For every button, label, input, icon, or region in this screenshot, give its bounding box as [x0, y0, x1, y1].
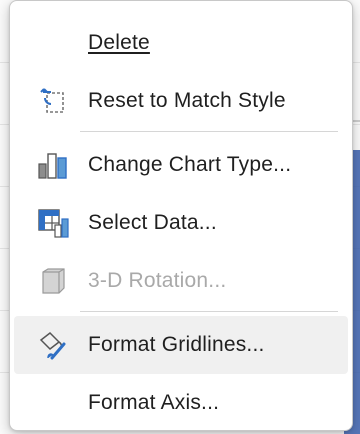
menu-item-change-chart-type[interactable]: Change Chart Type... — [14, 136, 348, 194]
menu-item-label: 3-D Rotation... — [88, 269, 227, 292]
menu-item-label: Reset to Match Style — [88, 89, 286, 112]
menu-separator — [80, 311, 338, 312]
format-brush-icon — [36, 328, 70, 362]
menu-item-label: Format Axis... — [88, 391, 220, 414]
menu-item-select-data[interactable]: Select Data... — [14, 194, 348, 252]
menu-item-format-axis[interactable]: Format Axis... — [14, 374, 348, 430]
menu-separator — [80, 131, 338, 132]
menu-item-format-gridlines[interactable]: Format Gridlines... — [14, 316, 348, 374]
menu-item-label: Change Chart Type... — [88, 153, 292, 176]
context-menu: Delete Reset to Match Style Change Chart… — [9, 0, 353, 431]
reset-style-icon — [36, 84, 70, 118]
menu-item-label: Format Gridlines... — [88, 333, 265, 356]
menu-item-3d-rotation: 3-D Rotation... — [14, 252, 348, 310]
menu-item-reset-to-match-style[interactable]: Reset to Match Style — [14, 72, 348, 130]
menu-item-label: Select Data... — [88, 211, 217, 234]
menu-item-label: Delete — [88, 31, 150, 54]
menu-item-delete[interactable]: Delete — [14, 14, 348, 72]
select-data-icon — [36, 206, 70, 240]
chart-type-icon — [36, 148, 70, 182]
3d-rotation-icon — [36, 264, 70, 298]
